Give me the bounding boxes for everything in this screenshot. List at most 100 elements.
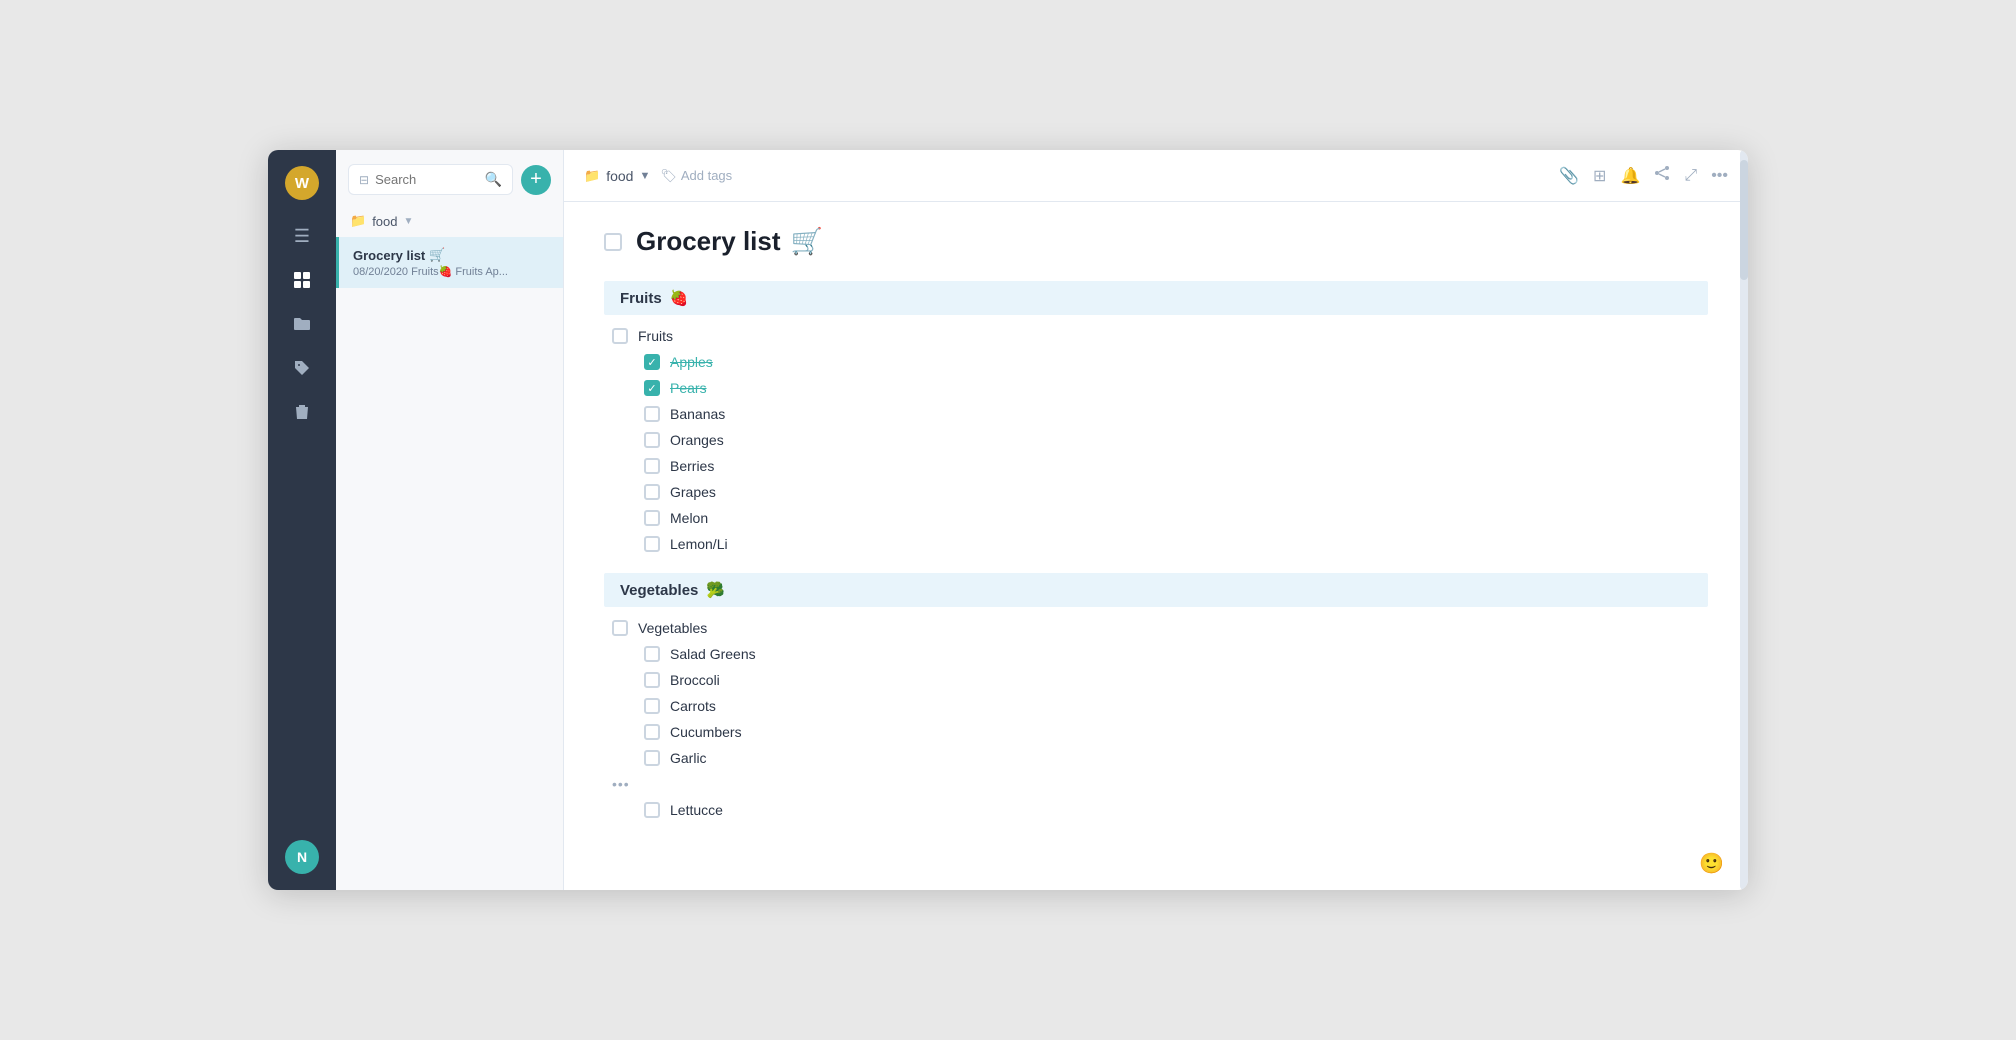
item-checkbox-melon[interactable] (644, 510, 660, 526)
section-header-fruits: Fruits 🍓 (604, 281, 1708, 315)
folder-nav-icon[interactable] (284, 306, 320, 342)
add-button[interactable]: + (521, 165, 551, 195)
item-checkbox-lettuce[interactable] (644, 802, 660, 818)
item-label-berries: Berries (670, 458, 714, 474)
fruits-parent-label: Fruits (638, 328, 673, 344)
list-item[interactable]: Lemon/Li (604, 531, 1708, 557)
folder-name: food (372, 214, 397, 229)
more-options-icon[interactable]: ••• (1711, 167, 1728, 185)
emoji-reaction-button[interactable]: 🙂 (1699, 851, 1724, 876)
item-checkbox-oranges[interactable] (644, 432, 660, 448)
item-checkbox-garlic[interactable] (644, 750, 660, 766)
list-item[interactable]: Pears (604, 375, 1708, 401)
item-label-bananas: Bananas (670, 406, 725, 422)
item-checkbox-carrots[interactable] (644, 698, 660, 714)
sidebar-folder[interactable]: 📁 food ▼ (336, 205, 563, 237)
fullscreen-icon[interactable]: ⤢ (1684, 167, 1697, 185)
breadcrumb-dropdown[interactable]: ▼ (639, 170, 650, 182)
icon-bar: W ☰ (268, 150, 336, 890)
list-item[interactable]: Garlic (604, 745, 1708, 771)
item-label-oranges: Oranges (670, 432, 724, 448)
grid-icon[interactable] (284, 262, 320, 298)
avatar-bottom[interactable]: N (285, 840, 319, 874)
sidebar: ⊟ 🔍 + 📁 food ▼ Grocery list 🛒 08/20/2020… (336, 150, 564, 890)
list-item[interactable]: Salad Greens (604, 641, 1708, 667)
section-fruits-emoji: 🍓 (670, 289, 689, 307)
item-label-lemon: Lemon/Li (670, 536, 728, 552)
vegetables-parent-label: Vegetables (638, 620, 707, 636)
sidebar-search-area: ⊟ 🔍 + (336, 150, 563, 205)
item-checkbox-cucumbers[interactable] (644, 724, 660, 740)
sidebar-item-title-text: Grocery list (353, 248, 425, 263)
tag-icon: 🏷 (660, 168, 677, 184)
list-item[interactable]: Melon (604, 505, 1708, 531)
list-item[interactable]: Broccoli (604, 667, 1708, 693)
item-checkbox-broccoli[interactable] (644, 672, 660, 688)
dots-row: ••• (604, 771, 1708, 797)
item-label-pears: Pears (670, 380, 707, 396)
item-checkbox-bananas[interactable] (644, 406, 660, 422)
main-area: 📁 food ▼ 🏷 Add tags 📎 ⊞ 🔔 (564, 150, 1748, 890)
filter-icon: ⊟ (359, 173, 369, 187)
item-checkbox-lemon[interactable] (644, 536, 660, 552)
vegetables-parent-row[interactable]: Vegetables (604, 615, 1708, 641)
folder-icon: 📁 (350, 213, 366, 229)
list-item[interactable]: Cucumbers (604, 719, 1708, 745)
menu-icon[interactable]: ☰ (284, 218, 320, 254)
fruits-parent-row[interactable]: Fruits (604, 323, 1708, 349)
item-checkbox-berries[interactable] (644, 458, 660, 474)
item-checkbox-apples[interactable] (644, 354, 660, 370)
section-vegetables-emoji: 🥦 (706, 581, 725, 599)
fruits-parent-checkbox[interactable] (612, 328, 628, 344)
bell-icon[interactable]: 🔔 (1620, 166, 1640, 186)
grid-view-icon[interactable]: ⊞ (1593, 166, 1606, 186)
scrollbar-thumb[interactable] (1740, 160, 1748, 280)
trash-nav-icon[interactable] (284, 394, 320, 430)
item-label-garlic: Garlic (670, 750, 707, 766)
search-input[interactable] (375, 172, 479, 187)
list-item[interactable]: Grapes (604, 479, 1708, 505)
item-checkbox-grapes[interactable] (644, 484, 660, 500)
item-label-broccoli: Broccoli (670, 672, 720, 688)
list-item[interactable]: Berries (604, 453, 1708, 479)
breadcrumb-folder-name: food (606, 168, 633, 184)
item-label-grapes: Grapes (670, 484, 716, 500)
app-window: W ☰ (268, 150, 1748, 890)
page-title-text: Grocery list (636, 226, 781, 257)
list-item[interactable]: Lettucce (604, 797, 1708, 823)
search-box[interactable]: ⊟ 🔍 (348, 164, 513, 195)
share-icon[interactable] (1654, 165, 1670, 186)
scrollbar[interactable] (1740, 150, 1748, 890)
sidebar-item-date: 08/20/2020 (353, 266, 408, 278)
list-item[interactable]: Bananas (604, 401, 1708, 427)
list-item[interactable]: Apples (604, 349, 1708, 375)
topbar-actions: 📎 ⊞ 🔔 ⤢ ••• (1559, 165, 1728, 186)
sidebar-item-title: Grocery list 🛒 (353, 247, 549, 263)
sidebar-item-grocery[interactable]: Grocery list 🛒 08/20/2020 Fruits🍓 Fruits… (336, 237, 563, 288)
item-label-melon: Melon (670, 510, 708, 526)
title-checkbox[interactable] (604, 233, 622, 251)
list-item[interactable]: Oranges (604, 427, 1708, 453)
tag-nav-icon[interactable] (284, 350, 320, 386)
item-checkbox-pears[interactable] (644, 380, 660, 396)
sidebar-item-tags: Fruits🍓 Fruits Ap... (411, 266, 508, 278)
section-vegetables-label: Vegetables (620, 582, 698, 599)
avatar[interactable]: W (285, 166, 319, 200)
item-checkbox-salad[interactable] (644, 646, 660, 662)
section-fruits-label: Fruits (620, 290, 662, 307)
item-label-carrots: Carrots (670, 698, 716, 714)
item-label-cucumbers: Cucumbers (670, 724, 742, 740)
page-title-row: Grocery list 🛒 (604, 226, 1708, 257)
sidebar-item-emoji: 🛒 (429, 247, 445, 263)
item-label-lettuce: Lettucce (670, 802, 723, 818)
add-tags-button[interactable]: 🏷 Add tags (660, 168, 732, 184)
sidebar-item-meta: 08/20/2020 Fruits🍓 Fruits Ap... (353, 265, 549, 278)
attach-icon[interactable]: 📎 (1559, 166, 1579, 186)
add-tags-label: Add tags (681, 168, 732, 183)
more-dots[interactable]: ••• (612, 776, 630, 792)
vegetables-parent-checkbox[interactable] (612, 620, 628, 636)
item-label-apples: Apples (670, 354, 713, 370)
content-area: Grocery list 🛒 Fruits 🍓 Fruits Apples (564, 202, 1748, 890)
section-header-vegetables: Vegetables 🥦 (604, 573, 1708, 607)
list-item[interactable]: Carrots (604, 693, 1708, 719)
